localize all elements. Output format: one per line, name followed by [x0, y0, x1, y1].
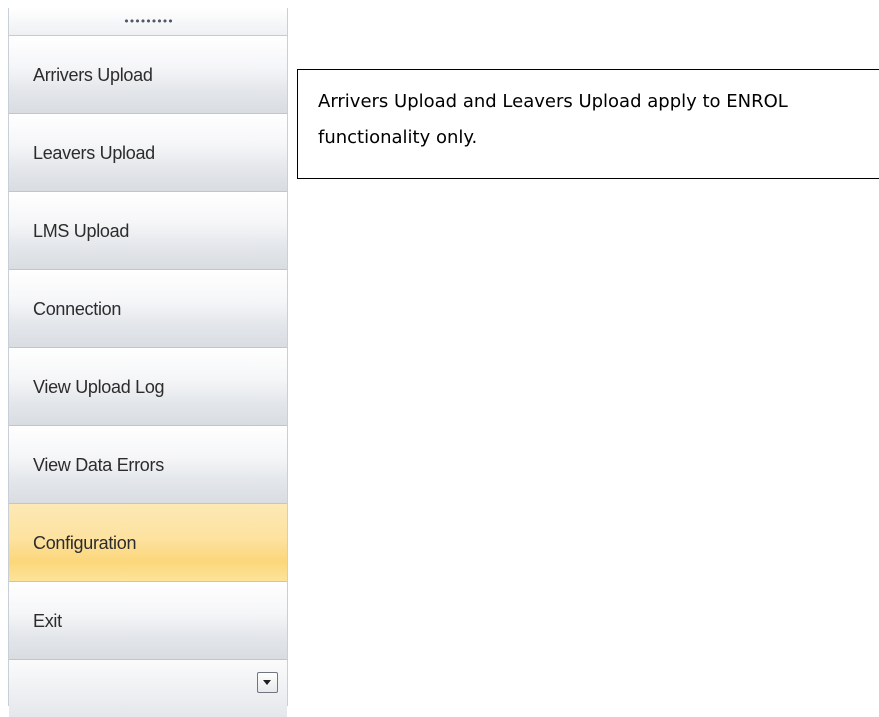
nav-item-label: Connection: [33, 299, 122, 319]
nav-overflow-bar: [9, 660, 287, 717]
nav-item-configuration[interactable]: Configuration: [9, 504, 287, 582]
nav-item-view-upload-log[interactable]: View Upload Log: [9, 348, 287, 426]
nav-item-label: Exit: [33, 611, 62, 631]
nav-item-lms-upload[interactable]: LMS Upload: [9, 192, 287, 270]
nav-item-label: Leavers Upload: [33, 143, 155, 163]
nav-item-label: LMS Upload: [33, 221, 130, 241]
nav-item-exit[interactable]: Exit: [9, 582, 287, 660]
note-text: Arrivers Upload and Leavers Upload apply…: [318, 91, 788, 148]
nav-item-connection[interactable]: Connection: [9, 270, 287, 348]
pane-resize-grip[interactable]: •••••••••: [9, 8, 287, 36]
dropdown-arrow-icon: [263, 680, 271, 685]
nav-item-leavers-upload[interactable]: Leavers Upload: [9, 114, 287, 192]
nav-item-label: Arrivers Upload: [33, 65, 153, 85]
nav-item-label: Configuration: [33, 533, 137, 553]
nav-item-view-data-errors[interactable]: View Data Errors: [9, 426, 287, 504]
note-callout: Arrivers Upload and Leavers Upload apply…: [297, 69, 879, 179]
grip-dots-icon: •••••••••: [123, 15, 173, 28]
nav-item-label: View Upload Log: [33, 377, 165, 397]
nav-item-arrivers-upload[interactable]: Arrivers Upload: [9, 36, 287, 114]
navigation-pane: ••••••••• Arrivers Upload Leavers Upload…: [8, 8, 288, 717]
configure-buttons-button[interactable]: [257, 672, 278, 693]
nav-item-label: View Data Errors: [33, 455, 164, 475]
